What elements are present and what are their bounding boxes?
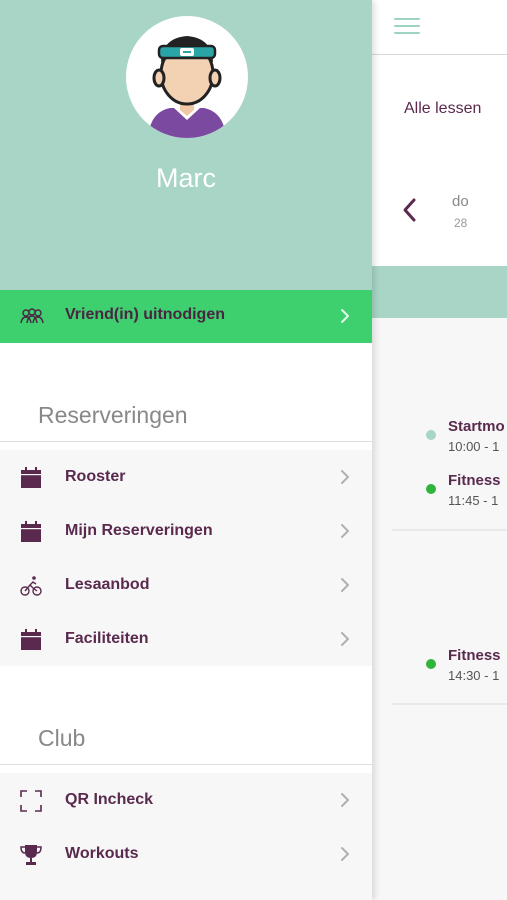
divider [392,703,507,705]
lesson-time: 10:00 - 1 [448,439,500,454]
menu-item-label: QR Incheck [65,791,154,808]
divider [392,529,507,531]
lesson-time: 14:30 - 1 [448,668,500,683]
user-name: Marc [156,163,216,193]
status-dot [426,659,436,669]
trophy-icon [20,845,42,865]
calendar-icon [21,521,41,542]
avatar[interactable] [126,16,248,138]
status-dot [426,430,436,440]
lesson-filter[interactable]: Alle lessen [404,100,481,118]
chevron-right-icon [341,524,349,538]
section-title-club: Club [38,725,86,751]
menu-item-label: Workouts [65,845,139,862]
calendar-icon [21,629,41,650]
menu-item-faciliteiten[interactable]: Faciliteiten [0,612,372,666]
invite-label: Vriend(in) uitnodigen [65,306,225,323]
lesson-time: 11:45 - 1 [448,493,499,508]
previous-day-icon[interactable] [400,196,420,224]
menu-item-rooster[interactable]: Rooster [0,450,372,504]
divider [0,441,372,442]
menu-hamburger-icon[interactable] [394,18,420,36]
profile-header: Marc [0,0,372,290]
top-bar [372,0,507,55]
date-selector [372,170,507,266]
menu-item-label: Faciliteiten [65,630,149,647]
menu-group-club: QR Incheck Workouts [0,773,372,900]
menu-item-qr-incheck[interactable]: QR Incheck [0,773,372,827]
chevron-right-icon [341,470,349,484]
lesson-title: Fitness [448,472,501,489]
qr-scan-icon [20,790,42,812]
invite-friend-button[interactable]: Vriend(in) uitnodigen [0,290,372,343]
avatar-illustration-icon [148,36,226,138]
section-title-reserveringen: Reserveringen [38,402,188,428]
navigation-drawer: Marc Vriend(in) uitnodigen Reserveringen… [0,0,372,900]
cyclist-icon [20,576,42,596]
menu-item-mijn-reserveringen[interactable]: Mijn Reserveringen [0,504,372,558]
chevron-right-icon [341,632,349,646]
lesson-title: Fitness [448,647,501,664]
chevron-right-icon [341,578,349,592]
menu-item-partial[interactable] [0,881,372,900]
main-content: Alle lessen do 28 Startmo 10:00 - 1 Fitn… [372,0,507,900]
menu-item-label: Rooster [65,468,126,485]
menu-item-label: Mijn Reserveringen [65,522,213,539]
chevron-right-icon [341,793,349,807]
day-name[interactable]: do [452,193,469,210]
lesson-title: Startmo [448,418,505,435]
chevron-right-icon [341,847,349,861]
date-band [372,266,507,318]
divider [0,764,372,765]
menu-item-workouts[interactable]: Workouts [0,827,372,881]
calendar-icon [21,467,41,488]
day-number[interactable]: 28 [454,216,467,230]
friends-icon [20,308,44,324]
status-dot [426,484,436,494]
menu-item-label: Lesaanbod [65,576,150,593]
menu-item-lesaanbod[interactable]: Lesaanbod [0,558,372,612]
chevron-right-icon [341,309,349,323]
menu-group-reserveringen: Rooster Mijn Reserveringen Lesaanbod Fac… [0,450,372,666]
lesson-list [372,318,507,900]
